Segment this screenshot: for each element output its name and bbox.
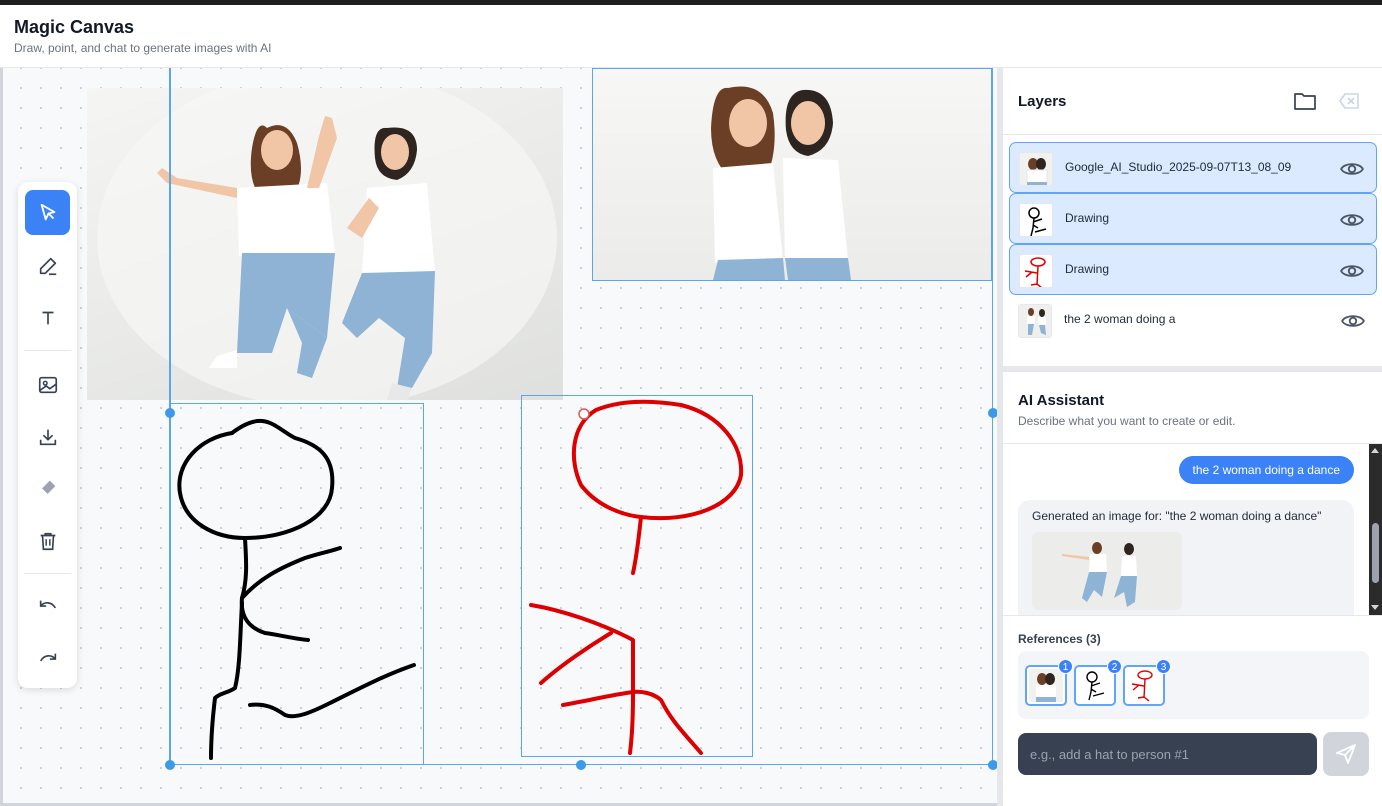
scroll-up-arrow[interactable] bbox=[1371, 448, 1379, 453]
assistant-message-text: Generated an image for: "the 2 woman doi… bbox=[1032, 509, 1322, 523]
red-drawing-thumbnail bbox=[1024, 257, 1046, 287]
download-button[interactable] bbox=[25, 414, 70, 459]
clear-layers-button[interactable] bbox=[1336, 88, 1362, 114]
right-sidebar: Layers Google_AI_Studio_2025-09-07T13_08… bbox=[1003, 68, 1382, 806]
drawing-canvas[interactable] bbox=[3, 68, 997, 804]
dance-photo-illustration bbox=[97, 88, 557, 400]
layers-heading: Layers bbox=[1018, 93, 1067, 110]
reference-item[interactable]: 2 bbox=[1074, 659, 1122, 706]
layer-name: the 2 woman doing a bbox=[1064, 312, 1176, 326]
references-heading: References (3) bbox=[1018, 632, 1101, 646]
references-tray: 1 2 3 bbox=[1018, 651, 1369, 719]
app-title: Magic Canvas bbox=[14, 17, 135, 37]
generated-image[interactable] bbox=[1032, 532, 1182, 610]
layer-item[interactable]: Google_AI_Studio_2025-09-07T13_08_09 bbox=[1009, 142, 1377, 193]
generated-dance-image bbox=[1032, 532, 1182, 610]
delete-button[interactable] bbox=[25, 518, 70, 563]
toolbar-separator bbox=[24, 573, 71, 574]
prompt-input[interactable] bbox=[1018, 733, 1317, 775]
resize-handle-bottom-center[interactable] bbox=[576, 760, 586, 770]
layer-name: Drawing bbox=[1065, 211, 1110, 225]
layer-name: Drawing bbox=[1065, 262, 1110, 276]
backspace-icon bbox=[1339, 93, 1359, 109]
hug-thumbnail-image bbox=[1020, 153, 1052, 185]
folder-icon bbox=[1294, 93, 1316, 110]
eye-icon[interactable] bbox=[1339, 156, 1365, 182]
reference-thumbnail bbox=[1078, 669, 1112, 702]
resize-handle-top-left[interactable] bbox=[165, 408, 175, 418]
layer-thumbnail bbox=[1019, 254, 1053, 288]
resize-handle-bottom-left[interactable] bbox=[165, 760, 175, 770]
ai-assistant-subtitle: Describe what you want to create or edit… bbox=[1018, 414, 1236, 428]
user-message: the 2 woman doing a dance bbox=[1178, 456, 1354, 484]
section-divider bbox=[1003, 366, 1382, 372]
black-drawing-thumbnail bbox=[1028, 207, 1047, 236]
reference-number-badge: 1 bbox=[1058, 659, 1073, 674]
layers-divider bbox=[1003, 134, 1382, 135]
text-t-icon bbox=[42, 311, 53, 324]
scroll-down-arrow[interactable] bbox=[1371, 605, 1379, 610]
open-folder-button[interactable] bbox=[1292, 88, 1318, 114]
pencil-icon bbox=[39, 257, 56, 275]
layer-item[interactable]: Drawing bbox=[1009, 244, 1377, 295]
layer-name: Google_AI_Studio_2025-09-07T13_08_09 bbox=[1065, 160, 1292, 174]
hug-reference-image bbox=[1029, 669, 1063, 702]
red-drawing-reference bbox=[1131, 670, 1153, 702]
text-tool-button[interactable] bbox=[25, 295, 70, 340]
dance-thumbnail-image bbox=[1019, 305, 1051, 337]
select-tool-button[interactable] bbox=[25, 190, 70, 235]
eraser-button[interactable] bbox=[25, 465, 70, 510]
send-button[interactable] bbox=[1323, 732, 1369, 776]
scrollbar-thumb[interactable] bbox=[1372, 523, 1379, 583]
drawing-stick-figure-red[interactable] bbox=[521, 395, 756, 755]
eye-icon[interactable] bbox=[1339, 258, 1365, 284]
undo-button[interactable] bbox=[25, 584, 70, 629]
eye-icon[interactable] bbox=[1339, 207, 1365, 233]
add-image-button[interactable] bbox=[25, 362, 70, 407]
redo-icon bbox=[39, 653, 56, 661]
reference-number-badge: 2 bbox=[1107, 659, 1122, 674]
drawing-stick-figure-black[interactable] bbox=[170, 403, 424, 765]
layer-item[interactable]: the 2 woman doing a bbox=[1009, 295, 1377, 346]
undo-icon bbox=[39, 600, 56, 608]
cursor-arrow-icon bbox=[40, 203, 55, 220]
resize-handle-bottom-right[interactable] bbox=[988, 760, 997, 770]
reference-item[interactable]: 3 bbox=[1123, 659, 1171, 706]
references-divider bbox=[1003, 615, 1382, 616]
canvas-image-dance[interactable] bbox=[87, 88, 563, 400]
pen-tool-button[interactable] bbox=[25, 243, 70, 288]
image-icon bbox=[38, 376, 57, 393]
reference-number-badge: 3 bbox=[1156, 659, 1171, 674]
toolbar-separator bbox=[24, 350, 71, 351]
layer-thumbnail bbox=[1018, 304, 1052, 338]
trash-icon bbox=[40, 532, 55, 550]
eye-icon[interactable] bbox=[1340, 308, 1366, 334]
hug-photo-illustration bbox=[711, 86, 851, 280]
black-drawing-reference bbox=[1086, 671, 1105, 701]
assistant-message: Generated an image for: "the 2 woman doi… bbox=[1018, 500, 1354, 615]
layer-item[interactable]: Drawing bbox=[1009, 193, 1377, 244]
chat-scrollbar[interactable] bbox=[1369, 444, 1382, 615]
reference-item[interactable]: 1 bbox=[1025, 659, 1073, 706]
send-icon bbox=[1336, 744, 1356, 764]
reference-thumbnail bbox=[1127, 669, 1161, 702]
redo-button[interactable] bbox=[25, 637, 70, 682]
resize-handle-top-right[interactable] bbox=[988, 408, 997, 418]
ai-assistant-heading: AI Assistant bbox=[1018, 392, 1105, 409]
chat-history[interactable]: the 2 woman doing a dance Generated an i… bbox=[1003, 444, 1369, 615]
app-header: Magic Canvas Draw, point, and chat to ge… bbox=[0, 5, 1382, 68]
tool-palette bbox=[18, 182, 77, 688]
eraser-icon bbox=[40, 480, 55, 495]
download-icon bbox=[39, 429, 56, 445]
layer-thumbnail bbox=[1019, 203, 1053, 237]
app-subtitle: Draw, point, and chat to generate images… bbox=[14, 41, 272, 55]
layer-thumbnail bbox=[1019, 152, 1053, 186]
canvas-image-hug[interactable] bbox=[593, 68, 993, 280]
reference-thumbnail bbox=[1029, 669, 1063, 702]
